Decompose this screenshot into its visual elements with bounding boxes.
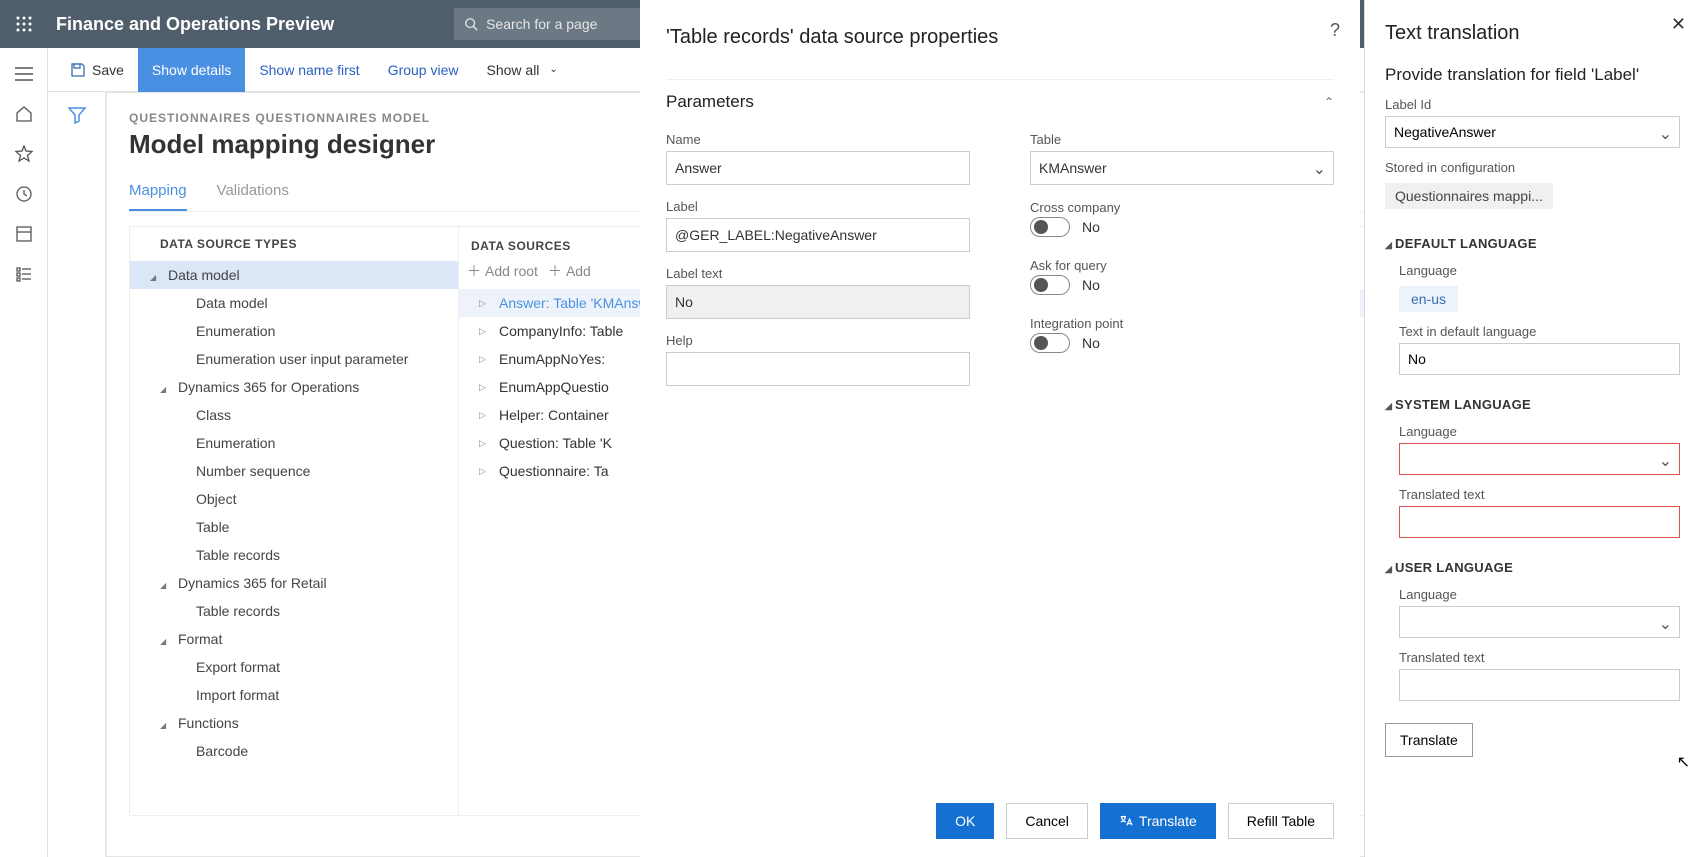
ok-button[interactable]: OK [936,803,994,839]
filter-gutter [48,92,106,857]
labeltext-label: Label text [666,266,970,281]
translation-title: Text translation [1385,22,1680,45]
left-rail [0,48,48,857]
tree-table-records-retail[interactable]: Table records [130,597,458,625]
tree-table[interactable]: Table [130,513,458,541]
integration-toggle[interactable] [1030,333,1070,353]
help-label: Help [666,333,970,348]
section-system-language[interactable]: SYSTEM LANGUAGE [1385,397,1680,412]
system-translated-label: Translated text [1399,487,1680,502]
data-source-types-panel: DATA SOURCE TYPES Data model Data model … [129,226,459,816]
recent-icon[interactable] [14,184,34,204]
tree-functions[interactable]: Functions [130,709,458,737]
tree-barcode[interactable]: Barcode [130,737,458,765]
tree-object[interactable]: Object [130,485,458,513]
tree-format[interactable]: Format [130,625,458,653]
integration-value: No [1082,335,1100,351]
section-user-language[interactable]: USER LANGUAGE [1385,560,1680,575]
translate-button[interactable]: Translate [1100,803,1216,839]
app-launcher-icon[interactable] [0,16,48,32]
user-language-select[interactable] [1399,606,1680,638]
search-icon [464,17,478,31]
tree-import-format[interactable]: Import format [130,681,458,709]
table-label: Table [1030,132,1334,147]
properties-title: 'Table records' data source properties [666,26,1334,49]
modules-icon[interactable] [14,264,34,284]
label-input[interactable] [666,218,970,252]
user-translated-input[interactable] [1399,669,1680,701]
cancel-button[interactable]: Cancel [1006,803,1088,839]
add-root-button[interactable]: ＋Add root [467,261,538,281]
stored-value: Questionnaires mappi... [1385,183,1553,209]
hamburger-icon[interactable] [14,64,34,84]
tree-table-records[interactable]: Table records [130,541,458,569]
default-language-value: en-us [1399,286,1458,312]
cursor-icon: ↖ [1677,752,1690,772]
name-label: Name [666,132,970,147]
group-view-button[interactable]: Group view [374,48,473,92]
chevron-up-icon: ⌃ [1324,95,1334,109]
tree-enum-input[interactable]: Enumeration user input parameter [130,345,458,373]
system-language-label: Language [1399,424,1680,439]
close-icon[interactable]: ✕ [1671,14,1686,35]
tab-validations[interactable]: Validations [217,176,289,211]
parameters-section[interactable]: Parameters ⌃ [666,79,1334,122]
tree-data-model-child[interactable]: Data model [130,289,458,317]
system-language-select[interactable] [1399,443,1680,475]
tree-header: DATA SOURCE TYPES [130,227,458,261]
tab-mapping[interactable]: Mapping [129,176,187,211]
star-icon[interactable] [14,144,34,164]
help-input[interactable] [666,352,970,386]
name-input[interactable] [666,151,970,185]
system-translated-input[interactable] [1399,506,1680,538]
stored-label: Stored in configuration [1385,160,1680,175]
labelid-select[interactable] [1385,116,1680,148]
askforquery-toggle[interactable] [1030,275,1070,295]
crosscompany-label: Cross company [1030,200,1120,215]
crosscompany-value: No [1082,219,1100,235]
tree-d365retail[interactable]: Dynamics 365 for Retail [130,569,458,597]
askforquery-value: No [1082,277,1100,293]
tree-enumeration2[interactable]: Enumeration [130,429,458,457]
show-all-button[interactable]: Show all⌄ [473,48,572,92]
table-select[interactable] [1030,151,1334,185]
translation-panel: ✕ Text translation Provide translation f… [1364,0,1700,857]
refill-table-button[interactable]: Refill Table [1228,803,1334,839]
tree-d365ops[interactable]: Dynamics 365 for Operations [130,373,458,401]
show-details-button[interactable]: Show details [138,48,245,92]
show-name-first-button[interactable]: Show name first [245,48,373,92]
add-button[interactable]: ＋Add [548,261,591,281]
filter-icon[interactable] [68,106,86,857]
user-translated-label: Translated text [1399,650,1680,665]
crosscompany-toggle[interactable] [1030,217,1070,237]
properties-panel: ? 'Table records' data source properties… [640,0,1360,857]
askforquery-label: Ask for query [1030,258,1107,273]
translate-icon [1119,814,1133,828]
user-language-label: Language [1399,587,1680,602]
section-default-language[interactable]: DEFAULT LANGUAGE [1385,236,1680,251]
tree-class[interactable]: Class [130,401,458,429]
app-title: Finance and Operations Preview [56,14,334,35]
save-button[interactable]: Save [56,48,138,92]
translate-action-button[interactable]: Translate [1385,723,1473,757]
translation-subtitle: Provide translation for field 'Label' [1385,65,1680,85]
labelid-label: Label Id [1385,97,1680,112]
text-default-label: Text in default language [1399,324,1680,339]
tree-data-model[interactable]: Data model [130,261,458,289]
tree-export-format[interactable]: Export format [130,653,458,681]
text-default-input[interactable] [1399,343,1680,375]
help-icon[interactable]: ? [1330,20,1340,41]
integration-label: Integration point [1030,316,1123,331]
label-label: Label [666,199,970,214]
home-icon[interactable] [14,104,34,124]
default-language-label: Language [1399,263,1680,278]
tree-number-sequence[interactable]: Number sequence [130,457,458,485]
labeltext-input [666,285,970,319]
tree-enumeration[interactable]: Enumeration [130,317,458,345]
search-placeholder: Search for a page [486,16,597,32]
workspace-icon[interactable] [14,224,34,244]
save-icon [70,62,86,78]
chevron-down-icon: ⌄ [549,64,557,75]
